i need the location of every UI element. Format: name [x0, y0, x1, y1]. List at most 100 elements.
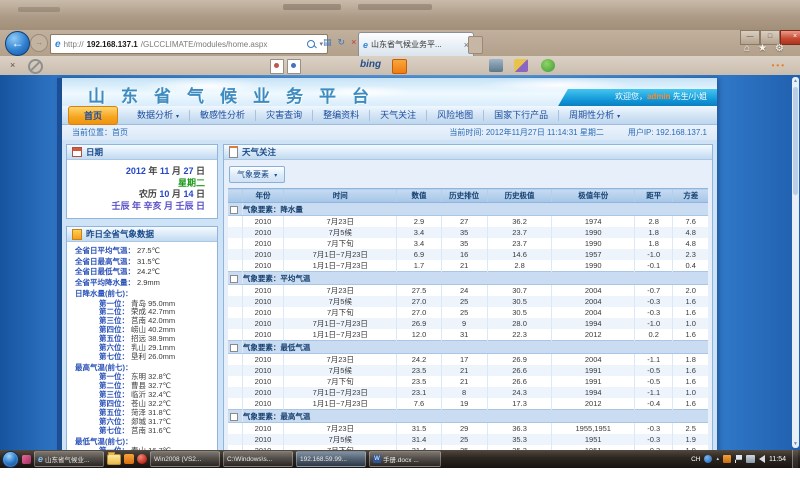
stat-label: 全省日平均气温： — [75, 246, 135, 255]
caret-down-icon: ▾ — [274, 173, 277, 179]
nav-item-8[interactable]: 国家下行产品 — [484, 110, 559, 121]
table-cell: 2010 — [242, 227, 283, 238]
checkbox-column-header — [228, 189, 242, 203]
tray-app-icon[interactable] — [723, 455, 731, 463]
new-tab-button[interactable] — [468, 36, 483, 54]
taskbar-window-3[interactable]: 192.168.59.99... — [296, 451, 366, 467]
stat-value: 24.2℃ — [137, 267, 160, 276]
system-tray: CH ▴ 11:54 — [691, 455, 789, 463]
favorites-star-icon[interactable]: ★ — [758, 43, 767, 54]
table-cell: -1.0 — [635, 318, 673, 329]
nav-item-6[interactable]: 天气关注 — [370, 110, 427, 121]
table-cell: 27 — [441, 216, 487, 228]
group-checkbox[interactable] — [230, 413, 238, 421]
background-window-artifact — [18, 7, 60, 12]
explorer-folder-icon[interactable] — [107, 454, 121, 465]
tab-title: 山东省气候业务平... — [371, 39, 442, 50]
date-panel-body: 2012 年 11 月 27 日 星期二 农历 10 月 14 日 壬辰 年 辛… — [67, 160, 217, 218]
taskbar-window-2[interactable]: C:\Windows\s... — [223, 451, 293, 467]
table-cell: 2.3 — [673, 249, 708, 260]
nav-item-9[interactable]: 周期性分析▾ — [559, 110, 630, 121]
site-banner: 山东省气候业务平台 欢迎您，admin 先生/小姐 — [62, 78, 717, 106]
addon-tile-icon[interactable] — [270, 59, 284, 74]
stop-icon[interactable]: × — [351, 37, 356, 48]
rank-value: 东明 32.8℃ — [131, 372, 171, 381]
nav-item-5[interactable]: 整编资料 — [313, 110, 370, 121]
table-cell: 1994 — [552, 318, 635, 329]
taskbar-ie-window[interactable]: e 山东省气候业... — [34, 451, 104, 467]
table-cell: 2.5 — [673, 423, 708, 435]
bing-badge-icon[interactable] — [392, 59, 407, 74]
browser-tab[interactable]: e 山东省气候业务平... × — [358, 32, 474, 56]
table-cell: 1月1日~7月23日 — [284, 260, 397, 272]
table-cell: 25 — [441, 296, 487, 307]
compatibility-view-icon[interactable]: ▤ — [323, 37, 332, 48]
nav-item-7[interactable]: 风险地图 — [427, 110, 484, 121]
volume-icon[interactable] — [759, 455, 765, 463]
column-header: 距平 — [635, 189, 673, 203]
scroll-down-arrow-icon[interactable]: ▼ — [792, 441, 799, 447]
breadcrumb: 当前位置：首页 — [72, 127, 128, 138]
address-bar[interactable]: e http://192.168.137.1/GLCCLIMATE/module… — [50, 34, 328, 54]
table-cell: 35 — [441, 238, 487, 249]
addon-tile-icon[interactable] — [287, 59, 301, 74]
browser-back-button[interactable]: ← — [5, 31, 30, 56]
rank-value: 郯城 31.7℃ — [131, 417, 171, 426]
addon-close-icon[interactable]: × — [10, 60, 15, 70]
group-checkbox[interactable] — [230, 344, 238, 352]
element-filter-button[interactable]: 气象要素 ▾ — [229, 166, 285, 183]
clock[interactable]: 11:54 — [769, 456, 786, 463]
rank-value: 莒南 42.0mm — [131, 316, 175, 325]
table-cell: 7月下旬 — [284, 307, 397, 318]
table-row: 20107月下旬3.43523.719901.84.8 — [228, 238, 708, 249]
language-indicator[interactable]: CH — [691, 456, 700, 463]
hidden-icons-arrow-icon[interactable]: ▴ — [716, 456, 719, 462]
refresh-icon[interactable]: ↻ — [338, 37, 346, 48]
browser-forward-button[interactable]: → — [30, 34, 48, 52]
table-cell: 4.8 — [673, 238, 708, 249]
pinned-app-icon[interactable] — [22, 455, 31, 464]
nav-item-3[interactable]: 敏感性分析 — [190, 110, 256, 121]
element-group-row: 气象要素：平均气温 — [228, 272, 708, 285]
taskbar-window-1[interactable]: Win2008 (VS2... — [150, 451, 220, 467]
nav-item-4[interactable]: 灾害查询 — [256, 110, 313, 121]
network-icon[interactable] — [746, 455, 755, 463]
pinned-app-icon[interactable] — [137, 454, 147, 464]
table-cell: 26.9 — [397, 318, 441, 329]
table-cell: 2010 — [242, 423, 283, 435]
table-cell: 30.5 — [487, 307, 552, 318]
table-cell: 1.6 — [673, 365, 708, 376]
nav-item-label: 国家下行产品 — [494, 110, 548, 120]
search-icon[interactable] — [307, 40, 315, 48]
table-cell: 7月5候 — [284, 365, 397, 376]
extension-icon[interactable] — [489, 59, 503, 72]
nav-item-2[interactable]: 数据分析▾ — [127, 110, 190, 121]
action-center-flag-icon[interactable] — [735, 455, 742, 463]
scrollbar-thumb[interactable] — [793, 87, 798, 195]
group-checkbox[interactable] — [230, 275, 238, 283]
extension-icon[interactable] — [541, 59, 555, 72]
home-icon[interactable]: ⌂ — [744, 43, 750, 54]
table-cell: 2004 — [552, 354, 635, 366]
start-button[interactable] — [2, 451, 19, 468]
column-header: 方差 — [673, 189, 708, 203]
scroll-up-arrow-icon[interactable]: ▲ — [792, 78, 799, 84]
taskbar-window-4[interactable]: W手册.docx ... — [369, 451, 441, 467]
group-checkbox[interactable] — [230, 206, 238, 214]
table-cell: 7月23日 — [284, 285, 397, 297]
table-cell: 8 — [441, 387, 487, 398]
nav-item-1[interactable]: 首页 — [68, 106, 118, 125]
table-cell: 2010 — [242, 398, 283, 410]
table-cell: 1.8 — [673, 354, 708, 366]
show-desktop-button[interactable] — [792, 450, 798, 468]
table-cell: 31.4 — [397, 434, 441, 445]
vertical-scrollbar[interactable]: ▲ ▼ — [792, 77, 799, 448]
pinned-app-icon[interactable] — [124, 454, 134, 464]
table-cell: 24.2 — [397, 354, 441, 366]
tray-app-icon[interactable] — [704, 455, 712, 463]
column-header: 历史排位 — [441, 189, 487, 203]
settings-gear-icon[interactable]: ⚙ — [775, 43, 784, 54]
bing-logo[interactable]: bing — [360, 59, 381, 70]
more-options-icon[interactable]: ••• — [772, 61, 786, 70]
extension-icon[interactable] — [514, 59, 528, 72]
